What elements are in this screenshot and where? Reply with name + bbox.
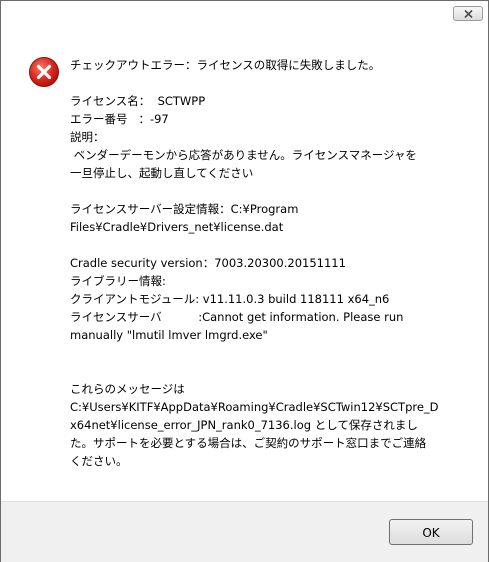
message-line: Cradle security version：7003.20300.20151… (70, 256, 346, 270)
title-bar (1, 1, 488, 29)
close-icon (464, 10, 473, 18)
message-line: ライセンスサーバー設定情報：C:¥Program (70, 202, 299, 216)
message-line: た。サポートを必要とする場合は、ご契約のサポート窓口までご連絡 (70, 436, 427, 450)
message-line: 一旦停止し、起動し直してください (70, 166, 254, 180)
message-line (70, 182, 460, 200)
message-text: チェックアウトエラー：ライセンスの取得に失敗しました。 ライセンス名： SCTWP… (70, 56, 460, 470)
message-line: これらのメッセージは (70, 382, 185, 396)
message-line: Files¥Cradle¥Drivers_net¥license.dat (70, 220, 284, 234)
message-line: チェックアウトエラー：ライセンスの取得に失敗しました。 (70, 58, 381, 72)
message-line: C:¥Users¥KITF¥AppData¥Roaming¥Cradle¥SCT… (70, 400, 439, 414)
message-line: 説明： (70, 130, 105, 144)
close-button[interactable] (453, 6, 483, 21)
message-line: ライセンス名： SCTWPP (70, 94, 206, 108)
message-line (70, 362, 460, 380)
message-line (70, 236, 460, 254)
message-line: ライセンスサーバ :Cannot get information. Please… (70, 310, 404, 324)
message-line (70, 74, 460, 92)
error-icon (28, 56, 60, 88)
message-line: エラー番号 ：-97 (70, 112, 169, 126)
message-line: ください。 (70, 454, 128, 468)
error-dialog: チェックアウトエラー：ライセンスの取得に失敗しました。 ライセンス名： SCTWP… (0, 0, 489, 562)
message-line (70, 344, 460, 362)
message-line: manually "lmutil lmver lmgrd.exe" (70, 328, 268, 342)
message-line: クライアントモジュール: v11.11.0.3 build 118111 x64… (70, 292, 390, 306)
ok-button[interactable]: OK (389, 519, 473, 545)
message-line: ライブラリー情報: (70, 274, 166, 288)
message-line: x64net¥license_error_JPN_rank0_7136.log … (70, 418, 418, 432)
message-line: ベンダーデーモンから応答がありません。ライセンスマネージャを (70, 148, 417, 162)
button-bar: OK (1, 501, 488, 562)
